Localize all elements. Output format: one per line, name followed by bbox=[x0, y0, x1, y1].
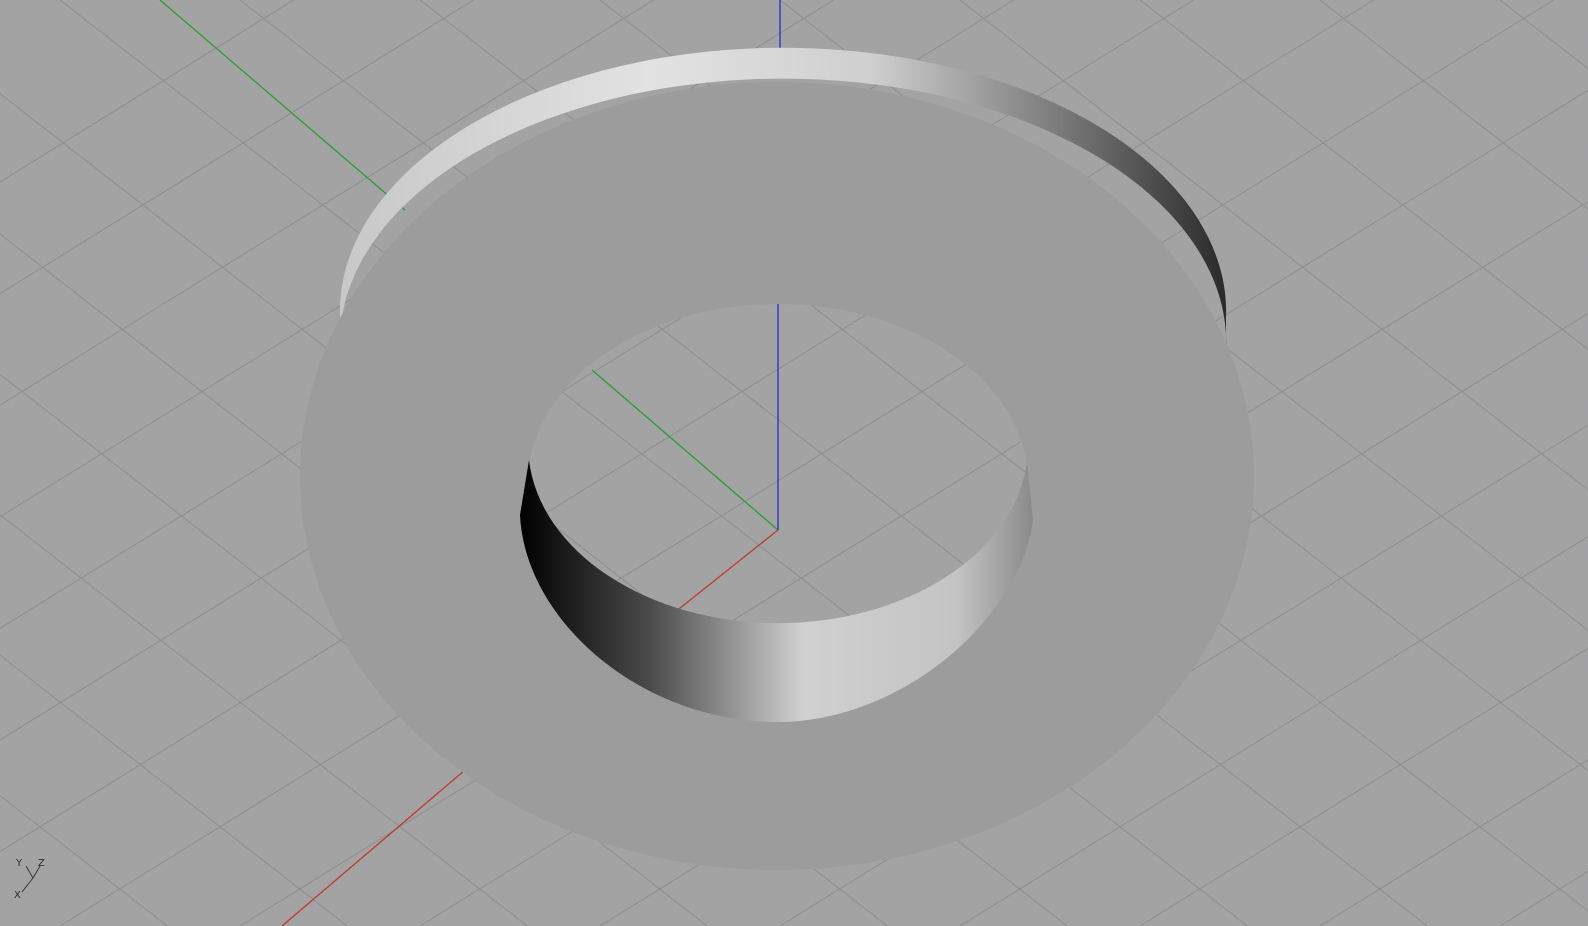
triad-z-label: Z bbox=[38, 858, 45, 869]
viewport-canvas[interactable]: Y Z X bbox=[0, 0, 1588, 926]
3d-viewport[interactable]: Y Z X bbox=[0, 0, 1588, 926]
triad-x-label: X bbox=[14, 890, 21, 901]
triad-y-label: Y bbox=[15, 858, 23, 869]
